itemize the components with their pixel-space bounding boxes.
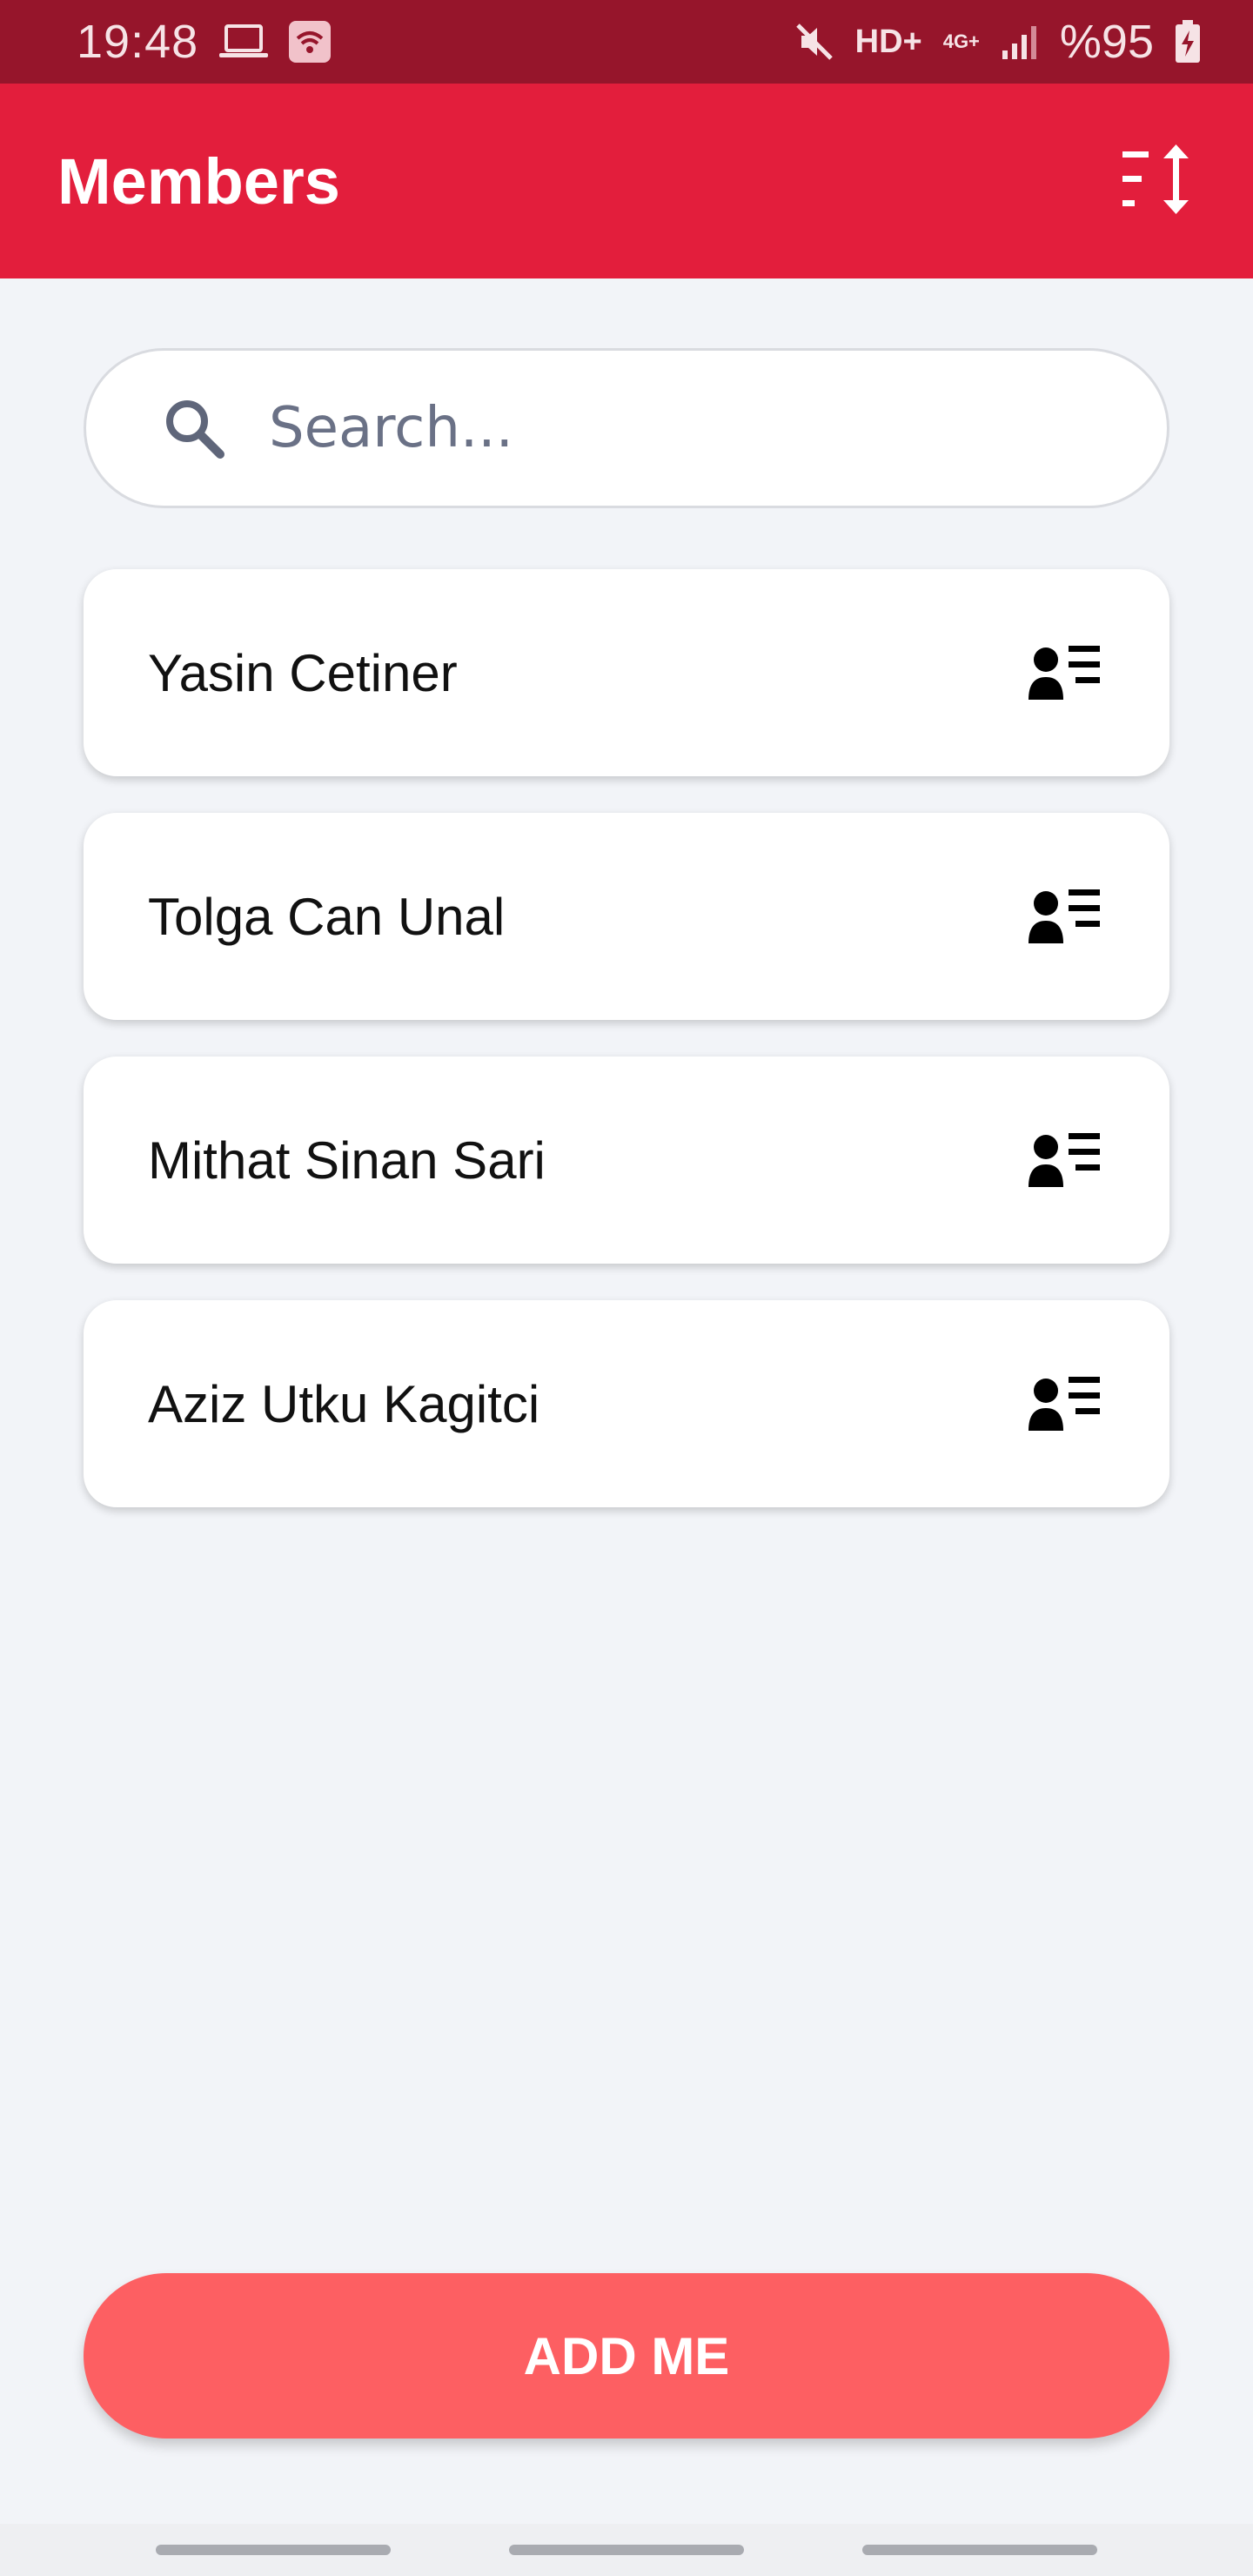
search-icon [159,391,234,466]
nav-back-button[interactable] [862,2545,1097,2555]
sort-button[interactable] [1117,138,1204,225]
status-bar-right: HD+ 4G+ %95 [794,15,1201,69]
member-name: Mithat Sinan Sari [148,1130,546,1190]
member-name: Tolga Can Unal [148,887,506,946]
member-card[interactable]: Tolga Can Unal [84,813,1169,1020]
contact-details-icon[interactable] [1029,1130,1102,1191]
laptop-icon [219,24,269,59]
nav-home-button[interactable] [509,2545,744,2555]
app-bar: Members [0,84,1253,278]
member-card[interactable]: Aziz Utku Kagitci [84,1300,1169,1507]
battery-charging-icon [1175,20,1201,64]
search-input[interactable] [269,385,1052,472]
members-list: Yasin Cetiner Tolga Can Unal Mithat Sina… [84,569,1169,1544]
battery-percent: %95 [1059,16,1154,68]
contact-details-icon[interactable] [1029,642,1102,703]
signal-type-label: 4G+ [942,30,980,52]
member-card[interactable]: Yasin Cetiner [84,569,1169,776]
sort-icon [1122,144,1199,218]
status-bar-left: 19:48 [77,15,332,69]
add-me-button[interactable]: ADD ME [84,2273,1169,2438]
contact-details-icon[interactable] [1029,886,1102,947]
page-title: Members [57,144,340,218]
member-name: Yasin Cetiner [148,643,458,702]
nav-recents-button[interactable] [156,2545,391,2555]
member-name: Aziz Utku Kagitci [148,1374,540,1433]
search-box[interactable] [84,348,1169,508]
status-time: 19:48 [77,16,199,68]
member-card[interactable]: Mithat Sinan Sari [84,1057,1169,1264]
signal-icon [1001,23,1039,61]
contact-details-icon[interactable] [1029,1373,1102,1434]
wifi-hotspot-icon [289,21,332,63]
system-nav-bar [0,2524,1253,2576]
mute-icon [794,22,834,62]
status-bar: 19:48 HD+ 4G+ %95 [0,0,1253,84]
network-label: HD+ [854,23,922,60]
